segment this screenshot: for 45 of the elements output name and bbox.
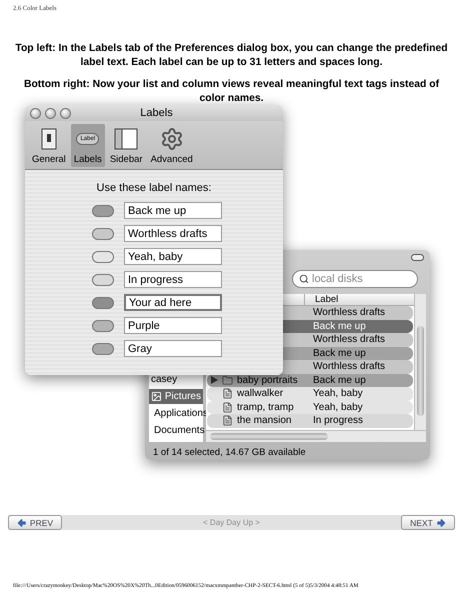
nav-title: < Day Day Up > [203,518,260,528]
sidebar-item[interactable]: Pictures [149,389,203,404]
vertical-scrollbar[interactable] [414,294,426,430]
section-heading: Use these label names: [96,182,212,194]
file-row[interactable]: wallwalker Yeah, baby [207,387,413,401]
file-row[interactable]: baby portraits Back me up [207,374,413,388]
window-title: Labels [139,107,174,120]
label-name-field[interactable]: Yeah, baby [124,248,222,266]
close-button[interactable] [30,108,41,119]
file-row[interactable]: the mansion In progress [207,414,413,428]
sidebar-window-icon [114,128,138,150]
label-name-field[interactable]: Your ad here [124,294,222,312]
prev-button[interactable]: PREV [8,515,62,530]
label-name-field[interactable]: Worthless drafts [124,225,222,242]
search-placeholder: local disks [312,273,363,286]
disclosure-triangle-icon[interactable] [211,376,218,384]
caption: Top left: In the Labels tab of the Preferences dialog box, you can change the predefined label text. Each label can be up to 31 letters and spaces long. [14,42,449,70]
folder-icon [222,374,233,386]
file-icon [222,402,233,413]
sidebar-item[interactable]: Documents [149,423,203,438]
label-name-field[interactable]: Gray [124,340,222,358]
left-arrow-icon [16,518,27,528]
caption: Bottom right: Now your list and column views reveal meaningful text tags instead of color names. [22,78,440,106]
right-arrow-icon [436,518,446,528]
file-row[interactable]: tramp, tramp Yeah, baby [207,400,413,414]
toolbar-toggle-button[interactable] [411,254,424,262]
search-icon [299,274,309,284]
search-field[interactable]: local disks [292,270,418,288]
label-name-field[interactable]: Back me up [124,202,222,220]
next-button[interactable]: NEXT [400,515,455,530]
settings-icon [160,127,184,152]
toolbar-tab[interactable]: Sidebar [106,124,146,168]
label-name-field[interactable]: In progress [124,271,222,288]
panel-icon [40,128,57,150]
zoom-button[interactable] [60,108,71,119]
picture-icon [151,391,162,402]
minimize-button[interactable] [45,108,56,119]
file-icon [222,388,233,400]
label-name-field[interactable]: Purple [124,317,222,334]
toolbar-tab[interactable]: Advanced [148,124,196,168]
toolbar-tab[interactable]: General [29,124,69,168]
horizontal-scrollbar[interactable] [206,430,426,442]
sidebar-item[interactable]: casey [149,372,203,388]
file-icon [222,415,233,426]
status-text: 1 of 14 selected, 14.67 GB available [153,446,306,458]
